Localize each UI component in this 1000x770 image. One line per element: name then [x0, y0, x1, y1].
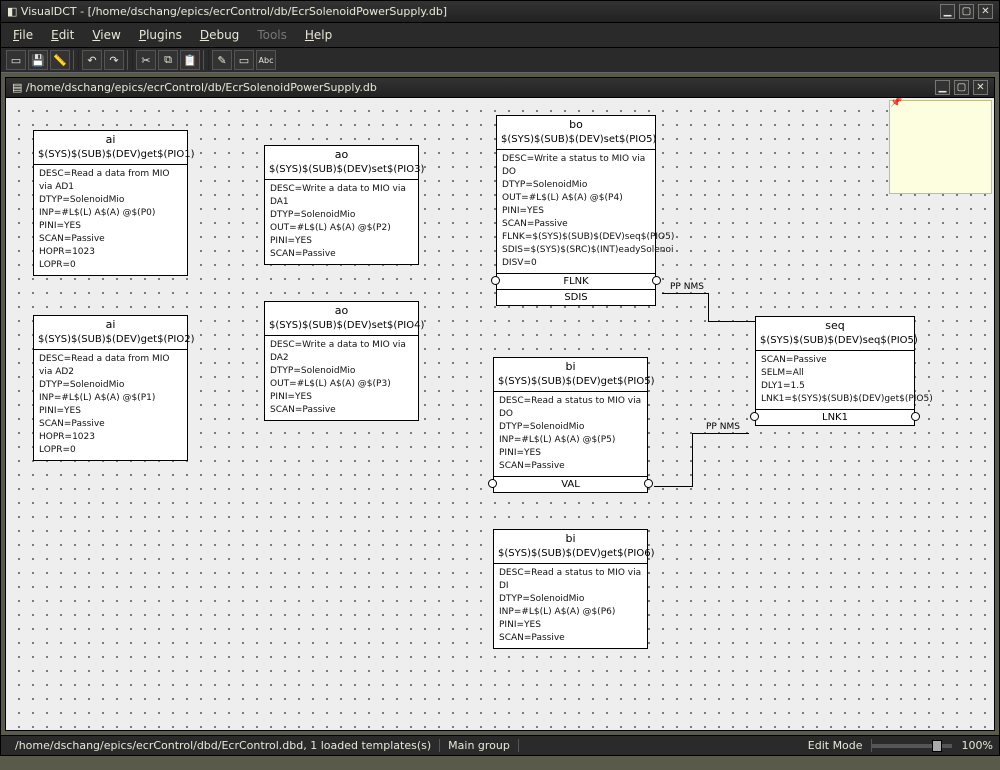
- record-bi1[interactable]: bi $(SYS)$(SUB)$(DEV)get$(PIO5) DESC=Rea…: [493, 357, 648, 493]
- menu-bar: File Edit View Plugins Debug Tools Help: [1, 23, 999, 48]
- record-type: bi: [494, 358, 647, 373]
- close-icon[interactable]: ✕: [978, 4, 993, 19]
- maximize-icon[interactable]: ▢: [959, 4, 974, 19]
- outer-titlebar[interactable]: ◧ VisualDCT - [/home/dschang/epics/ecrCo…: [1, 1, 999, 23]
- record-type: seq: [756, 317, 914, 332]
- maximize-icon[interactable]: ▢: [954, 80, 969, 95]
- menu-debug[interactable]: Debug: [192, 26, 247, 44]
- minimap[interactable]: 📌: [889, 100, 992, 194]
- link-label: PP NMS: [670, 282, 704, 292]
- record-name: $(SYS)$(SUB)$(DEV)get$(PIO2): [34, 331, 187, 350]
- record-fields: DESC=Read a data from MIO via AD1DTYP=So…: [34, 165, 187, 275]
- status-mode: Edit Mode: [800, 739, 872, 752]
- status-path: /home/dschang/epics/ecrControl/dbd/EcrCo…: [7, 739, 440, 752]
- app-icon: ◧: [7, 5, 17, 18]
- menu-tools[interactable]: Tools: [249, 26, 295, 44]
- menu-file[interactable]: File: [5, 26, 41, 44]
- main-window: ◧ VisualDCT - [/home/dschang/epics/ecrCo…: [0, 0, 1000, 756]
- port-flnk[interactable]: FLNK: [497, 273, 655, 289]
- record-type: ai: [34, 316, 187, 331]
- record-fields: DESC=Read a data from MIO via AD2DTYP=So…: [34, 350, 187, 460]
- menu-plugins[interactable]: Plugins: [131, 26, 190, 44]
- toolbar-separator: [127, 50, 133, 70]
- record-type: bi: [494, 530, 647, 545]
- ruler-icon[interactable]: 📏: [50, 50, 70, 70]
- port-val[interactable]: VAL: [494, 476, 647, 492]
- toolbar-separator: [203, 50, 209, 70]
- status-bar: /home/dschang/epics/ecrControl/dbd/EcrCo…: [1, 735, 999, 755]
- record-fields: SCAN=PassiveSELM=AllDLY1=1.5LNK1=$(SYS)$…: [756, 351, 914, 409]
- canvas-window: ▤ /home/dschang/epics/ecrControl/db/EcrS…: [5, 77, 995, 731]
- toolbar-separator: [73, 50, 79, 70]
- record-type: ai: [34, 131, 187, 146]
- window-title: VisualDCT - [/home/dschang/epics/ecrCont…: [21, 5, 936, 18]
- wire: [708, 321, 755, 322]
- port-sdis[interactable]: SDIS: [497, 289, 655, 305]
- record-name: $(SYS)$(SUB)$(DEV)set$(PIO5): [497, 131, 655, 150]
- record-fields: DESC=Read a status to MIO via DIDTYP=Sol…: [494, 564, 647, 648]
- canvas[interactable]: 📌 ai $(SYS)$(SUB)$(DEV)get$(PIO1) DESC=R…: [6, 98, 994, 730]
- record-name: $(SYS)$(SUB)$(DEV)get$(PIO1): [34, 146, 187, 165]
- redo-icon[interactable]: ↷: [104, 50, 124, 70]
- copy-icon[interactable]: ⧉: [158, 50, 178, 70]
- menu-edit[interactable]: Edit: [43, 26, 82, 44]
- wire: [692, 433, 749, 434]
- inner-titlebar[interactable]: ▤ /home/dschang/epics/ecrControl/db/EcrS…: [6, 78, 994, 98]
- wire: [654, 486, 692, 487]
- document-title: /home/dschang/epics/ecrControl/db/EcrSol…: [26, 81, 931, 94]
- zoom-value: 100%: [952, 739, 993, 752]
- new-icon[interactable]: ▭: [6, 50, 26, 70]
- record-bo1[interactable]: bo $(SYS)$(SUB)$(DEV)set$(PIO5) DESC=Wri…: [496, 115, 656, 306]
- toolbar: ▭ 💾 📏 ↶ ↷ ✂ ⧉ 📋 ✎ ▭ Abc: [1, 48, 999, 73]
- wire: [662, 293, 708, 294]
- menu-view[interactable]: View: [84, 26, 128, 44]
- record-name: $(SYS)$(SUB)$(DEV)set$(PIO4): [265, 317, 418, 336]
- close-icon[interactable]: ✕: [973, 80, 988, 95]
- minimize-icon[interactable]: ▁: [935, 80, 950, 95]
- draw-icon[interactable]: ✎: [212, 50, 232, 70]
- record-fields: DESC=Write a data to MIO via DA1DTYP=Sol…: [265, 180, 418, 264]
- record-fields: DESC=Write a status to MIO via DODTYP=So…: [497, 150, 655, 273]
- record-bi2[interactable]: bi $(SYS)$(SUB)$(DEV)get$(PIO6) DESC=Rea…: [493, 529, 648, 649]
- wire: [708, 293, 709, 321]
- status-group: Main group: [440, 739, 519, 752]
- paste-icon[interactable]: 📋: [180, 50, 200, 70]
- text-label-icon[interactable]: Abc: [256, 50, 276, 70]
- doc-icon: ▤: [12, 81, 22, 94]
- port-lnk1[interactable]: LNK1: [756, 409, 914, 425]
- record-ai2[interactable]: ai $(SYS)$(SUB)$(DEV)get$(PIO2) DESC=Rea…: [33, 315, 188, 461]
- record-ai1[interactable]: ai $(SYS)$(SUB)$(DEV)get$(PIO1) DESC=Rea…: [33, 130, 188, 276]
- zoom-slider[interactable]: [872, 744, 952, 748]
- cut-icon[interactable]: ✂: [136, 50, 156, 70]
- wire: [692, 433, 693, 487]
- record-name: $(SYS)$(SUB)$(DEV)seq$(PIO5): [756, 332, 914, 351]
- record-type: ao: [265, 146, 418, 161]
- save-icon[interactable]: 💾: [28, 50, 48, 70]
- record-seq1[interactable]: seq $(SYS)$(SUB)$(DEV)seq$(PIO5) SCAN=Pa…: [755, 316, 915, 426]
- pin-icon: 📌: [890, 98, 902, 108]
- undo-icon[interactable]: ↶: [82, 50, 102, 70]
- record-name: $(SYS)$(SUB)$(DEV)get$(PIO5): [494, 373, 647, 392]
- menu-help[interactable]: Help: [297, 26, 340, 44]
- record-fields: DESC=Write a data to MIO via DA2DTYP=Sol…: [265, 336, 418, 420]
- minimize-icon[interactable]: ▁: [940, 4, 955, 19]
- rect-icon[interactable]: ▭: [234, 50, 254, 70]
- record-name: $(SYS)$(SUB)$(DEV)set$(PIO3): [265, 161, 418, 180]
- record-ao2[interactable]: ao $(SYS)$(SUB)$(DEV)set$(PIO4) DESC=Wri…: [264, 301, 419, 421]
- record-type: ao: [265, 302, 418, 317]
- record-name: $(SYS)$(SUB)$(DEV)get$(PIO6): [494, 545, 647, 564]
- record-fields: DESC=Read a status to MIO via DODTYP=Sol…: [494, 392, 647, 476]
- record-type: bo: [497, 116, 655, 131]
- link-label: PP NMS: [706, 422, 740, 432]
- record-ao1[interactable]: ao $(SYS)$(SUB)$(DEV)set$(PIO3) DESC=Wri…: [264, 145, 419, 265]
